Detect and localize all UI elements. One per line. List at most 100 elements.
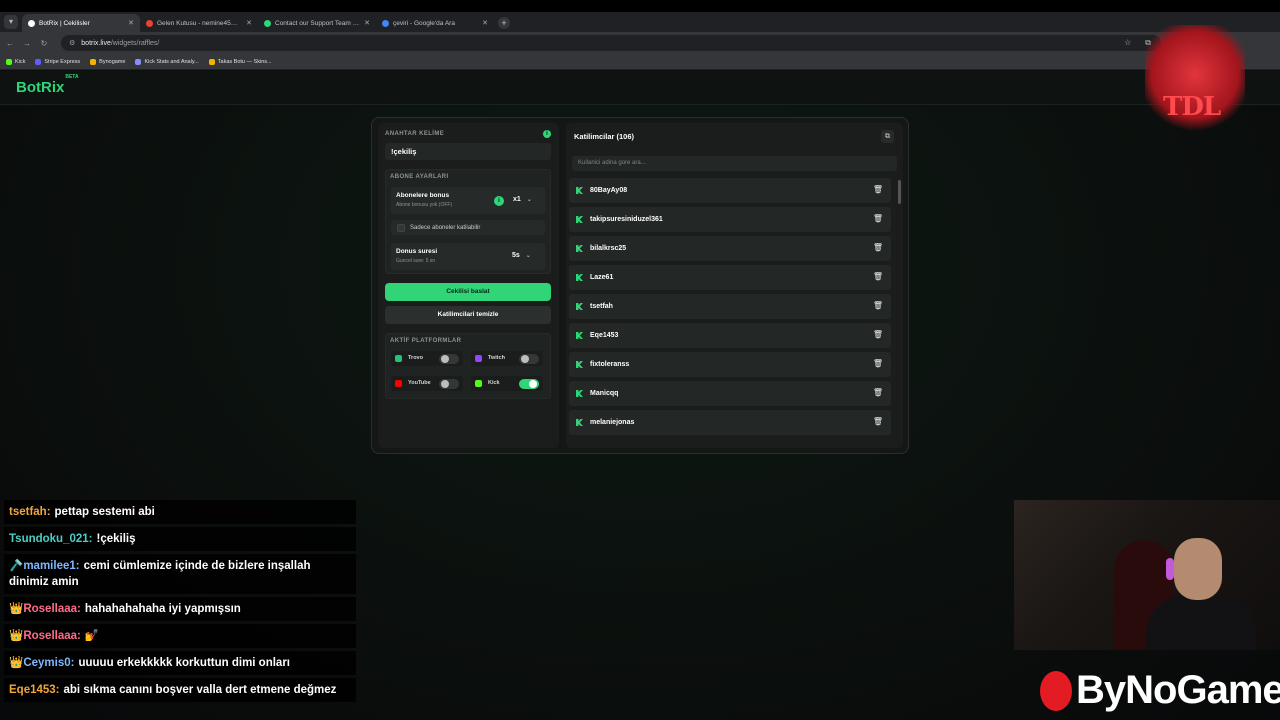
platforms-label: AKTİF PLATFORMLAR bbox=[390, 338, 462, 344]
tab-title: Contact our Support Team | Kic bbox=[275, 19, 361, 27]
participants-title: Katilimcilar (106) bbox=[574, 132, 635, 141]
tdl-logo: TDL bbox=[1125, 20, 1265, 145]
bookmark-item[interactable]: Stripe Express bbox=[35, 58, 80, 65]
trash-icon[interactable]: 🗑 bbox=[873, 214, 883, 223]
url-host: botrix.live bbox=[81, 39, 111, 47]
participant-name: takipsuresiniduzel361 bbox=[590, 216, 663, 223]
copy-icon[interactable]: ⧉ bbox=[881, 130, 894, 143]
tab-favicon-icon bbox=[146, 19, 153, 27]
keyword-label: ANAHTAR KELİME bbox=[385, 131, 445, 137]
sub-bonus-select[interactable]: x1 ⌄ bbox=[513, 196, 532, 203]
tab-search-button[interactable]: ▾ bbox=[4, 15, 18, 29]
bonus-time-select[interactable]: 5s ⌄ bbox=[512, 252, 531, 259]
chat-text: uuuuu erkekkkkk korkuttun dimi onları bbox=[78, 657, 290, 669]
browser-tab[interactable]: Contact our Support Team | Kic ✕ bbox=[258, 14, 376, 32]
bookmark-label: Kick Stats and Analy... bbox=[144, 58, 199, 65]
trovo-icon bbox=[395, 355, 402, 362]
trash-icon[interactable]: 🗑 bbox=[873, 417, 883, 426]
close-icon[interactable]: ✕ bbox=[482, 19, 488, 27]
info-icon[interactable]: i bbox=[543, 130, 551, 138]
participant-row: 80BayAy08 🗑 bbox=[569, 178, 891, 203]
bookmark-label: Bynogame bbox=[99, 58, 126, 65]
kick-icon bbox=[576, 390, 583, 397]
chat-message: tsetfah: pettap sestemi abi bbox=[4, 500, 356, 524]
bynogame-logo: ByNoGame bbox=[1040, 668, 1280, 713]
participant-row: Laze61 🗑 bbox=[569, 265, 891, 290]
bookmark-favicon-icon bbox=[135, 58, 142, 65]
kick-icon bbox=[475, 380, 482, 387]
browser-tab[interactable]: BotRix | Cekilisler ✕ bbox=[22, 14, 140, 32]
chat-message: 👑Ceymis0: uuuuu erkekkkkk korkuttun dimi … bbox=[4, 651, 356, 675]
kick-icon bbox=[576, 187, 583, 194]
browser-tab[interactable]: çeviri - Google'da Ara ✕ bbox=[376, 14, 494, 32]
chevron-down-icon: ⌄ bbox=[525, 253, 531, 259]
site-info-icon[interactable]: ⚙ bbox=[69, 39, 75, 47]
subs-only-checkbox[interactable] bbox=[397, 224, 405, 232]
close-icon[interactable]: ✕ bbox=[364, 19, 370, 27]
bookmark-item[interactable]: Bynogame bbox=[90, 58, 126, 65]
participant-search-input[interactable]: Kullanici adina gore ara... bbox=[572, 156, 897, 171]
sub-bonus-subtitle: Abone bonusu yok (OFF) bbox=[396, 202, 453, 208]
chat-text: !çekiliş bbox=[96, 533, 136, 545]
participant-name: Manicqq bbox=[590, 390, 619, 397]
participant-list: 80BayAy08 🗑 takipsuresiniduzel361 🗑 bila… bbox=[569, 178, 897, 439]
bookmark-favicon-icon bbox=[208, 58, 215, 65]
kick-icon bbox=[576, 274, 583, 281]
chat-username: Rosellaaa: bbox=[23, 603, 81, 615]
bookmark-item[interactable]: Kick bbox=[6, 58, 25, 65]
url-input[interactable]: ⚙ botrix.live/widgets/raffles/ ☆ ⧉ bbox=[61, 35, 1161, 51]
bookmark-favicon-icon bbox=[35, 58, 42, 65]
youtube-icon bbox=[395, 380, 402, 387]
platform-youtube: YouTube bbox=[391, 376, 463, 391]
tab-title: çeviri - Google'da Ara bbox=[393, 19, 455, 27]
sub-bonus-info-icon[interactable]: i bbox=[494, 196, 504, 206]
trash-icon[interactable]: 🗑 bbox=[873, 330, 883, 339]
participant-row: melaniejonas 🗑 bbox=[569, 410, 891, 435]
start-raffle-button[interactable]: Cekilisi baslat bbox=[385, 283, 551, 301]
browser-tab[interactable]: Gelen Kutusu - nemine45@gm ✕ bbox=[140, 14, 258, 32]
trash-icon[interactable]: 🗑 bbox=[873, 301, 883, 310]
clear-participants-button[interactable]: Katilimcilari temizle bbox=[385, 306, 551, 324]
botrix-logo[interactable]: BotRixBETA bbox=[16, 74, 79, 96]
site-header bbox=[0, 71, 1280, 105]
scrollbar[interactable] bbox=[898, 180, 901, 204]
chat-message: 👑Rosellaaa: hahahahahaha iyi yapmışsın bbox=[4, 597, 356, 621]
tab-favicon-icon bbox=[28, 19, 35, 27]
trash-icon[interactable]: 🗑 bbox=[873, 359, 883, 368]
trash-icon[interactable]: 🗑 bbox=[873, 388, 883, 397]
trash-icon[interactable]: 🗑 bbox=[873, 272, 883, 281]
platform-toggle[interactable] bbox=[519, 354, 539, 364]
close-icon[interactable]: ✕ bbox=[128, 19, 134, 27]
new-tab-button[interactable]: + bbox=[498, 17, 510, 29]
trash-icon[interactable]: 🗑 bbox=[873, 243, 883, 252]
url-path: /widgets/raffles/ bbox=[110, 39, 160, 47]
close-icon[interactable]: ✕ bbox=[246, 19, 252, 27]
trash-icon[interactable]: 🗑 bbox=[873, 185, 883, 194]
participant-name: fixtoleranss bbox=[590, 361, 630, 368]
chat-username: mamilee1: bbox=[23, 560, 80, 572]
platform-toggle[interactable] bbox=[439, 379, 459, 389]
headset-icon bbox=[1166, 558, 1174, 580]
chat-badge-icon: 🪒 bbox=[9, 560, 24, 572]
platform-toggle[interactable] bbox=[439, 354, 459, 364]
chat-message: 🪒mamilee1: cemi cümlemize içinde de bizle… bbox=[4, 554, 356, 594]
participant-row: takipsuresiniduzel361 🗑 bbox=[569, 207, 891, 232]
keyword-input[interactable]: !çekiliş bbox=[385, 143, 551, 160]
beta-badge: BETA bbox=[65, 74, 79, 80]
bynogame-logo-text: ByNoGame bbox=[1076, 668, 1280, 712]
bookmark-item[interactable]: Kick Stats and Analy... bbox=[135, 58, 199, 65]
chat-badge-icon: 👑 bbox=[9, 657, 24, 669]
platform-toggle[interactable] bbox=[519, 379, 539, 389]
back-icon[interactable]: ← bbox=[3, 39, 17, 48]
kick-icon bbox=[576, 361, 583, 368]
bookmark-favicon-icon bbox=[6, 58, 12, 65]
bookmark-item[interactable]: Takas Botu — Skins... bbox=[208, 58, 272, 65]
kick-icon bbox=[576, 419, 583, 426]
chat-message: 👑Rosellaaa: 💅 bbox=[4, 624, 356, 648]
participant-row: bilalkrsc25 🗑 bbox=[569, 236, 891, 261]
chat-text: abi sıkma canını boşver valla dert etmen… bbox=[63, 684, 337, 696]
reload-icon[interactable]: ↻ bbox=[37, 39, 51, 48]
platform-name: Kick bbox=[488, 380, 500, 386]
forward-icon[interactable]: → bbox=[20, 39, 34, 48]
bookmark-favicon-icon bbox=[90, 58, 97, 65]
